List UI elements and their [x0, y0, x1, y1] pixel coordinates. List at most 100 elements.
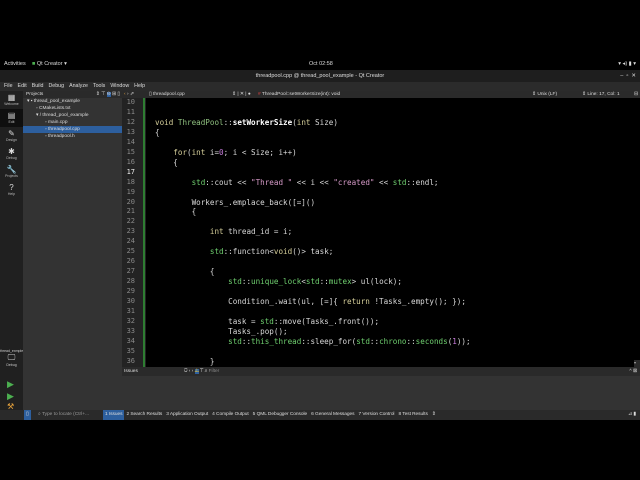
project-tree-item[interactable]: ▾ ▪ thread_pool_example [23, 98, 122, 105]
menu-window[interactable]: Window [110, 82, 129, 91]
mode-welcome[interactable]: ▦ Welcome [0, 91, 23, 109]
line-ending-selector[interactable]: ⇕ Unix (LF) [532, 91, 557, 98]
code-token: :: [406, 336, 416, 346]
close-file-icon[interactable]: ⇕ | ✕ | ● [232, 91, 251, 98]
code-line[interactable]: std::unique_lock<std::mutex> ul(lock); [146, 277, 640, 287]
file-tab-label: threadpool.cpp [152, 92, 185, 97]
code-line[interactable]: for(int i=0; i < Size; i++) [146, 148, 640, 158]
project-tree-item[interactable]: ▫ main.cpp [23, 119, 122, 126]
code-line[interactable]: std::function<void()> task; [146, 247, 640, 257]
mode-projects[interactable]: 🔧 Projects [0, 163, 23, 181]
projects-toolbar[interactable]: ⇕ ⊤ ⊖ ⊞ ▯ [96, 91, 120, 98]
scrollbar-down[interactable]: ▾ [634, 360, 640, 367]
code-line[interactable]: int thread_id = i; [146, 227, 640, 237]
code-line[interactable] [146, 257, 640, 267]
code-line[interactable]: { [146, 267, 640, 277]
project-tree-item[interactable]: ▫ CMakeLists.txt [23, 105, 122, 112]
code-token: ()> task; [292, 247, 334, 257]
projects-header: Projects ⇕ ⊤ ⊖ ⊞ ▯ [23, 91, 122, 98]
locator-input[interactable]: ⌕ Type to locate (Ctrl+... [34, 410, 102, 420]
mode-design[interactable]: ✎ Design [0, 127, 23, 145]
project-tree-item[interactable]: ▫ threadpool.h [23, 133, 122, 140]
code-token: > ul(lock); [351, 277, 402, 287]
code-line[interactable]: Workers_.emplace_back([=]() [146, 198, 640, 208]
code-line[interactable]: } [146, 357, 640, 367]
code-line[interactable]: { [146, 128, 640, 138]
activities-button[interactable]: Activities [4, 61, 26, 67]
code-line[interactable]: task = std::move(Tasks_.front()); [146, 317, 640, 327]
issues-toolbar[interactable]: ⩂ ‹ › ⚠ ⊤ ⌕ Filter [184, 367, 219, 376]
menu-build[interactable]: Build [32, 82, 44, 91]
output-tab-3[interactable]: 3 Application Output [164, 410, 210, 420]
output-tab-1[interactable]: 1 Issues [103, 410, 125, 420]
menu-analyze[interactable]: Analyze [69, 82, 88, 91]
tree-item-label: main.cpp [48, 120, 68, 125]
window-controls[interactable]: – ▫ ✕ [620, 70, 636, 82]
code-line[interactable] [146, 237, 640, 247]
code-token: ::move(Tasks_.front()); [273, 316, 380, 326]
symbol-selector[interactable]: # ThreadPool::setWorkerSize(int): void [258, 91, 340, 98]
code-line[interactable] [146, 307, 640, 317]
toggle-sidebar-button[interactable]: ▯ [24, 410, 31, 420]
output-tab-6[interactable]: 6 General Messages [309, 410, 356, 420]
file-tab[interactable]: ▯ threadpool.cpp [149, 91, 185, 98]
code-line[interactable] [146, 217, 640, 227]
code-line[interactable]: { [146, 207, 640, 217]
pane-controls[interactable]: ^ ⊠ [629, 367, 637, 376]
project-tree-item[interactable]: ▫ threadpool.cpp [23, 126, 122, 133]
editor-toolbar: ‹ › ⇗ ▯ threadpool.cpp ⇕ | ✕ | ● # Threa… [122, 91, 640, 98]
split-icon[interactable]: ⊟ [634, 91, 638, 98]
code-token: :: [369, 336, 380, 346]
code-token: std [392, 177, 407, 187]
code-line[interactable] [146, 168, 640, 178]
welcome-icon: ▦ [7, 93, 16, 102]
code-line[interactable] [146, 138, 640, 148]
output-tab-2[interactable]: 2 Search Results [124, 410, 164, 420]
code-line[interactable]: void ThreadPool::setWorkerSize(int Size) [146, 118, 640, 128]
nav-arrows[interactable]: ‹ › ⇗ [124, 91, 134, 98]
menu-help[interactable]: Help [134, 82, 145, 91]
code-token: ::endl; [406, 177, 439, 187]
run-button[interactable]: ▶ [7, 379, 14, 390]
mode-label: Welcome [4, 102, 19, 106]
output-tab-8[interactable]: 8 Test Results [396, 410, 429, 420]
code-line[interactable]: std::this_thread::sleep_for(std::chrono:… [146, 337, 640, 347]
menu-file[interactable]: File [4, 82, 13, 91]
mode-help[interactable]: ? Help [0, 181, 23, 199]
output-tab-5[interactable]: 5 QML Debugger Console [251, 410, 309, 420]
menu-debug[interactable]: Debug [48, 82, 64, 91]
menu-edit[interactable]: Edit [18, 82, 27, 91]
code-line[interactable]: Condition_.wait(ul, [=]{ return !Tasks_.… [146, 297, 640, 307]
code-token: } [155, 356, 215, 366]
code-line[interactable] [146, 188, 640, 198]
code-token: void [155, 117, 174, 127]
output-tab-7[interactable]: 7 Version Control [357, 410, 397, 420]
code-line[interactable] [146, 287, 640, 297]
code-editor[interactable]: void ThreadPool::setWorkerSize(int Size)… [146, 98, 640, 367]
system-tray-icons[interactable]: ▾ ◂) ▮ ▾ [618, 61, 636, 67]
kit-selector[interactable]: thread_exmple 🖵 Debug [0, 349, 23, 367]
code-token: std [260, 316, 274, 326]
menu-tools[interactable]: Tools [93, 82, 105, 91]
mode-edit[interactable]: ▤ Edit [0, 109, 23, 127]
issues-title: Issues [124, 369, 138, 374]
project-tree-item[interactable]: ▾ / thread_pool_example [23, 112, 122, 119]
output-tab-4[interactable]: 4 Compile Output [210, 410, 251, 420]
code-line[interactable]: std::cout << "Thread " << i << "created"… [146, 178, 640, 188]
issues-filter-input[interactable]: Filter [209, 369, 220, 374]
clock[interactable]: Oct 02:58 [309, 61, 333, 67]
more-tabs-button[interactable]: ⇕ [430, 410, 438, 420]
mode-debug[interactable]: ✱ Debug [0, 145, 23, 163]
debug-run-button[interactable]: ▶ [7, 391, 14, 402]
code-line[interactable] [146, 347, 640, 357]
cursor-position[interactable]: ⇕ Line: 17, Col: 1 [582, 91, 620, 98]
output-pane-toggle[interactable]: ⊿ ▮ [628, 410, 636, 420]
code-line[interactable]: { [146, 158, 640, 168]
code-line[interactable] [146, 98, 640, 108]
code-line[interactable]: Tasks_.pop(); [146, 327, 640, 337]
code-line[interactable] [146, 108, 640, 118]
app-menu[interactable]: ■ Qt Creator ▾ [32, 61, 67, 67]
